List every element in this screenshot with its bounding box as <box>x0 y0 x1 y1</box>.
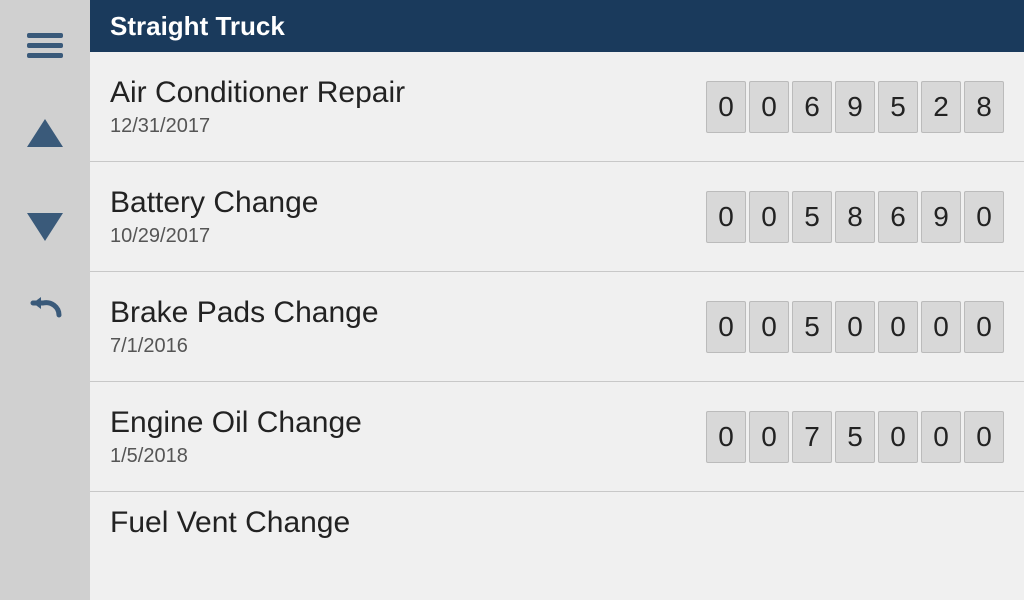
odometer-digit: 5 <box>792 301 832 353</box>
odometer-digit: 0 <box>749 301 789 353</box>
item-date: 12/31/2017 <box>110 115 405 138</box>
odometer-digit: 0 <box>921 301 961 353</box>
item-date: 7/1/2016 <box>110 335 379 358</box>
maintenance-list: Air Conditioner Repair12/31/20170069528B… <box>90 52 1024 600</box>
odometer-digit: 6 <box>792 81 832 133</box>
odometer-digit: 5 <box>835 411 875 463</box>
odometer-display: 0069528 <box>706 81 1004 133</box>
odometer-digit: 8 <box>964 81 1004 133</box>
odometer-digit: 0 <box>964 191 1004 243</box>
item-title: Engine Oil Change <box>110 405 362 441</box>
list-item[interactable]: Battery Change10/29/20170058690 <box>90 162 1024 272</box>
odometer-digit: 5 <box>878 81 918 133</box>
odometer-display: 0050000 <box>706 301 1004 353</box>
item-date: 10/29/2017 <box>110 225 318 248</box>
page-header: Straight Truck <box>90 0 1024 52</box>
odometer-digit: 0 <box>749 411 789 463</box>
odometer-digit: 5 <box>792 191 832 243</box>
odometer-digit: 0 <box>749 81 789 133</box>
sidebar <box>0 0 90 600</box>
odometer-digit: 9 <box>835 81 875 133</box>
odometer-digit: 8 <box>835 191 875 243</box>
up-button[interactable] <box>0 90 90 180</box>
odometer-digit: 6 <box>878 191 918 243</box>
odometer-digit: 0 <box>706 301 746 353</box>
odometer-digit: 0 <box>706 411 746 463</box>
odometer-digit: 0 <box>878 411 918 463</box>
item-title: Brake Pads Change <box>110 295 379 331</box>
page-title: Straight Truck <box>110 11 285 42</box>
item-date: 1/5/2018 <box>110 445 362 468</box>
item-title: Battery Change <box>110 185 318 221</box>
list-item[interactable]: Engine Oil Change1/5/20180075000 <box>90 382 1024 492</box>
list-item[interactable]: Fuel Vent Change <box>90 492 1024 562</box>
list-item[interactable]: Brake Pads Change7/1/20160050000 <box>90 272 1024 382</box>
odometer-digit: 7 <box>792 411 832 463</box>
down-button[interactable] <box>0 180 90 270</box>
item-title: Fuel Vent Change <box>110 506 350 540</box>
odometer-digit: 0 <box>835 301 875 353</box>
odometer-digit: 0 <box>921 411 961 463</box>
odometer-display: 0075000 <box>706 411 1004 463</box>
main-content: Straight Truck Air Conditioner Repair 12/… <box>90 0 1024 600</box>
menu-button[interactable] <box>0 0 90 90</box>
list-item[interactable]: Air Conditioner Repair 12/31/2017 0069528 <box>90 52 1024 162</box>
odometer-digit: 0 <box>878 301 918 353</box>
item-title: Air Conditioner Repair <box>110 75 405 111</box>
odometer-digit: 0 <box>706 81 746 133</box>
odometer-digit: 0 <box>964 301 1004 353</box>
odometer-digit: 0 <box>749 191 789 243</box>
odometer-digit: 0 <box>706 191 746 243</box>
back-button[interactable] <box>0 270 90 360</box>
odometer-display: 0058690 <box>706 191 1004 243</box>
odometer-digit: 2 <box>921 81 961 133</box>
odometer-digit: 9 <box>921 191 961 243</box>
odometer-digit: 0 <box>964 411 1004 463</box>
